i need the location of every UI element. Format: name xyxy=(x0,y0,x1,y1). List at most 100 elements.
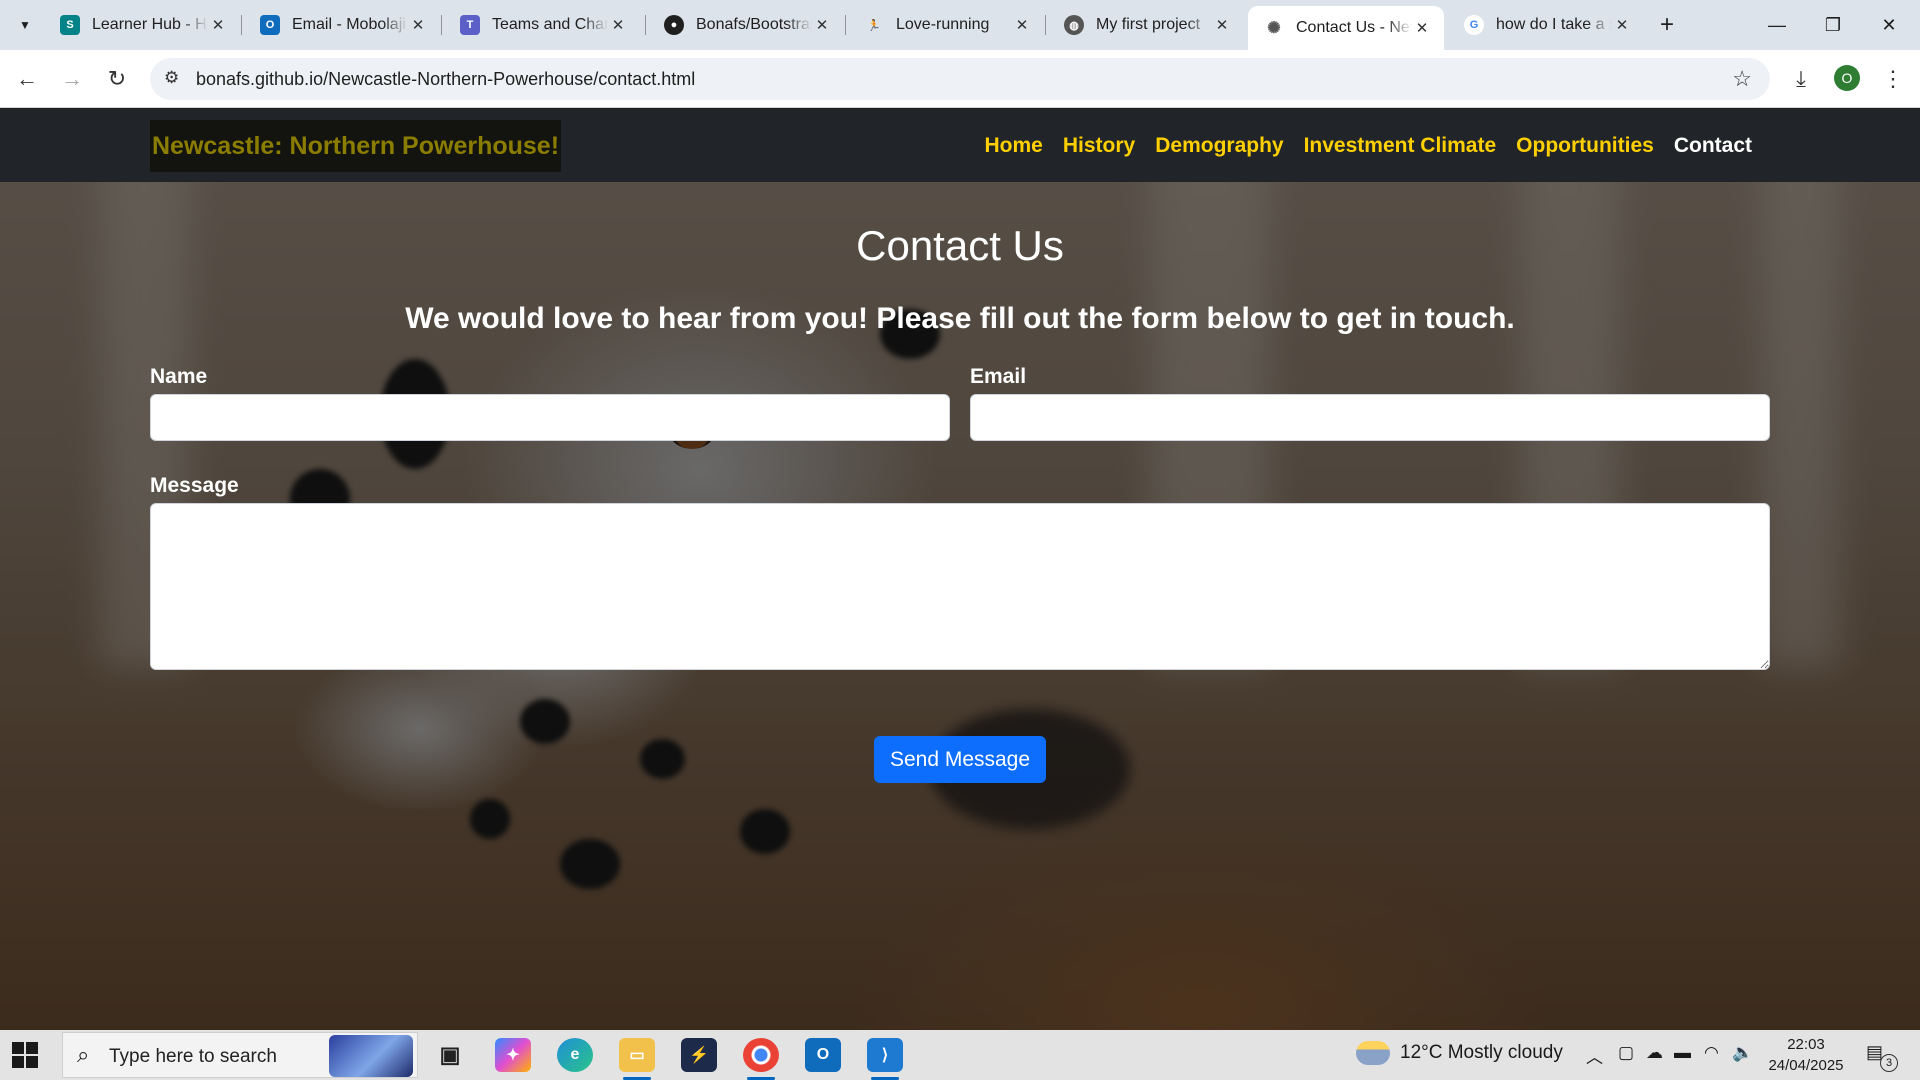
name-field[interactable] xyxy=(150,394,950,441)
teams-icon: T xyxy=(460,15,480,35)
close-tab-icon[interactable]: ✕ xyxy=(812,16,832,34)
vscode-icon[interactable]: ⟩ xyxy=(867,1038,903,1080)
tab-title: how do I take a screenshot xyxy=(1496,16,1612,33)
weather-text: 12°C Mostly cloudy xyxy=(1400,1042,1563,1063)
globe-icon: ◍ xyxy=(1064,15,1084,35)
nav-menu: Home History Demography Investment Clima… xyxy=(975,109,1762,182)
meet-now-icon[interactable]: ▢ xyxy=(1618,1043,1634,1063)
message-field[interactable] xyxy=(150,503,1770,670)
windows-taskbar: ⌕ Type here to search ▣ ✦ e ▭ ⚡ O ⟩ 12°C… xyxy=(0,1030,1920,1080)
page-icon: ✺ xyxy=(1267,20,1281,37)
tab-divider xyxy=(441,15,442,35)
close-tab-icon[interactable]: ✕ xyxy=(408,16,428,34)
more-menu-icon[interactable]: ⋮ xyxy=(1876,62,1910,96)
message-label: Message xyxy=(150,474,239,497)
system-clock[interactable]: 22:03 24/04/2025 xyxy=(1766,1034,1846,1076)
volume-icon[interactable]: 🔈 xyxy=(1732,1043,1753,1063)
browser-toolbar: ← → ↻ ⚙ bonafs.github.io/Newcastle-North… xyxy=(0,50,1920,108)
email-label: Email xyxy=(970,365,1027,388)
nav-link-demography[interactable]: Demography xyxy=(1145,134,1293,158)
github-icon: ● xyxy=(664,15,684,35)
site-navbar: Newcastle: Northern Powerhouse! Home His… xyxy=(0,109,1920,182)
tab-divider xyxy=(845,15,846,35)
contact-intro: We would love to hear from you! Please f… xyxy=(405,302,1515,335)
task-view-icon[interactable]: ▣ xyxy=(432,1038,468,1072)
tab-title: Bonafs/Bootstrap xyxy=(696,16,812,33)
nav-link-contact[interactable]: Contact xyxy=(1664,134,1762,158)
tab-teams[interactable]: T Teams and Channels ✕ xyxy=(444,6,640,44)
close-tab-icon[interactable]: ✕ xyxy=(1612,16,1632,34)
chrome-icon[interactable] xyxy=(743,1038,779,1080)
partly-cloudy-icon xyxy=(1356,1041,1390,1065)
clock-date: 24/04/2025 xyxy=(1768,1057,1844,1074)
file-explorer-icon[interactable]: ▭ xyxy=(619,1038,655,1080)
search-highlight-image xyxy=(329,1035,413,1077)
close-tab-icon[interactable]: ✕ xyxy=(1412,19,1432,37)
restore-icon[interactable]: ❐ xyxy=(1810,8,1856,42)
sharepoint-icon: S xyxy=(60,15,80,35)
search-placeholder: Type here to search xyxy=(109,1046,277,1067)
outlook-icon: O xyxy=(260,15,280,35)
tab-title: Email - Mobolaji xyxy=(292,16,406,33)
close-window-icon[interactable]: ✕ xyxy=(1866,8,1912,42)
clock-time: 22:03 xyxy=(1787,1036,1825,1053)
tab-my-first-project[interactable]: ◍ My first project ✕ xyxy=(1048,6,1244,44)
onedrive-cloud-icon[interactable]: ☁ xyxy=(1646,1043,1663,1063)
tab-divider xyxy=(1045,15,1046,35)
nav-link-history[interactable]: History xyxy=(1053,134,1145,158)
battery-icon[interactable]: ▬ xyxy=(1674,1043,1691,1063)
close-tab-icon[interactable]: ✕ xyxy=(1012,16,1032,34)
close-tab-icon[interactable]: ✕ xyxy=(208,16,228,34)
tab-title: Contact Us - Newcastle xyxy=(1296,19,1412,36)
site-info-icon[interactable]: ⚙ xyxy=(164,68,179,88)
email-field[interactable] xyxy=(970,394,1770,441)
back-icon[interactable]: ← xyxy=(10,62,44,96)
tab-title: Teams and Channels xyxy=(492,16,608,33)
tab-title: My first project xyxy=(1096,16,1201,33)
minimize-icon[interactable]: — xyxy=(1754,8,1800,42)
tab-divider xyxy=(645,15,646,35)
close-tab-icon[interactable]: ✕ xyxy=(1212,16,1232,34)
reload-icon[interactable]: ↻ xyxy=(100,62,134,96)
download-icon[interactable]: ⤓ xyxy=(1784,62,1818,96)
tab-search-chevron-icon[interactable]: ▼ xyxy=(10,10,40,40)
tab-github-bootstrap[interactable]: ● Bonafs/Bootstrap ✕ xyxy=(648,6,844,44)
notification-count-badge: 3 xyxy=(1880,1054,1898,1072)
close-tab-icon[interactable]: ✕ xyxy=(608,16,628,34)
tab-love-running[interactable]: 🏃 Love-running ✕ xyxy=(848,6,1044,44)
page-title: Contact Us xyxy=(856,222,1064,269)
show-hidden-icons-chevron-icon[interactable]: ︿ xyxy=(1586,1043,1603,1068)
powershell-icon[interactable]: ⚡ xyxy=(681,1038,717,1072)
tab-title: Love-running xyxy=(896,16,990,33)
web-page: Newcastle: Northern Powerhouse! Home His… xyxy=(0,109,1920,1030)
send-message-button[interactable]: Send Message xyxy=(874,736,1046,783)
copilot-icon[interactable]: ✦ xyxy=(495,1038,531,1072)
address-bar[interactable]: ⚙ bonafs.github.io/Newcastle-Northern-Po… xyxy=(150,58,1770,100)
profile-avatar[interactable]: O xyxy=(1834,65,1860,91)
nav-link-home[interactable]: Home xyxy=(975,134,1053,158)
nav-link-opportunities[interactable]: Opportunities xyxy=(1506,134,1664,158)
browser-tab-strip: ▼ S Learner Hub - Home ✕ O Email - Mobol… xyxy=(0,0,1920,50)
url-text[interactable]: bonafs.github.io/Newcastle-Northern-Powe… xyxy=(196,69,695,90)
windows-start-icon[interactable] xyxy=(12,1042,38,1068)
tab-email[interactable]: O Email - Mobolaji ✕ xyxy=(244,6,440,44)
tab-contact-us[interactable]: ✺ Contact Us - Newcastle ✕ xyxy=(1248,6,1444,50)
nav-link-investment-climate[interactable]: Investment Climate xyxy=(1294,134,1507,158)
runner-icon: 🏃 xyxy=(867,19,881,32)
forward-icon[interactable]: → xyxy=(55,62,89,96)
site-brand[interactable]: Newcastle: Northern Powerhouse! xyxy=(150,120,562,172)
outlook-taskbar-icon[interactable]: O xyxy=(805,1038,841,1072)
wifi-icon[interactable]: ◠ xyxy=(1704,1043,1719,1063)
notification-center-icon[interactable]: ▤ 3 xyxy=(1866,1042,1898,1072)
tab-learner-hub[interactable]: S Learner Hub - Home ✕ xyxy=(44,6,240,44)
tab-title: Learner Hub - Home xyxy=(92,16,208,33)
search-icon: ⌕ xyxy=(77,1042,90,1067)
weather-widget[interactable]: 12°C Mostly cloudy xyxy=(1356,1041,1563,1065)
google-icon: G xyxy=(1464,15,1484,35)
bookmark-star-icon[interactable]: ☆ xyxy=(1732,66,1752,92)
taskbar-search[interactable]: ⌕ Type here to search xyxy=(62,1032,418,1078)
tab-google-search[interactable]: G how do I take a screenshot ✕ xyxy=(1448,6,1644,44)
edge-icon[interactable]: e xyxy=(557,1038,593,1072)
name-label: Name xyxy=(150,365,208,388)
new-tab-button[interactable]: + xyxy=(1652,10,1682,40)
